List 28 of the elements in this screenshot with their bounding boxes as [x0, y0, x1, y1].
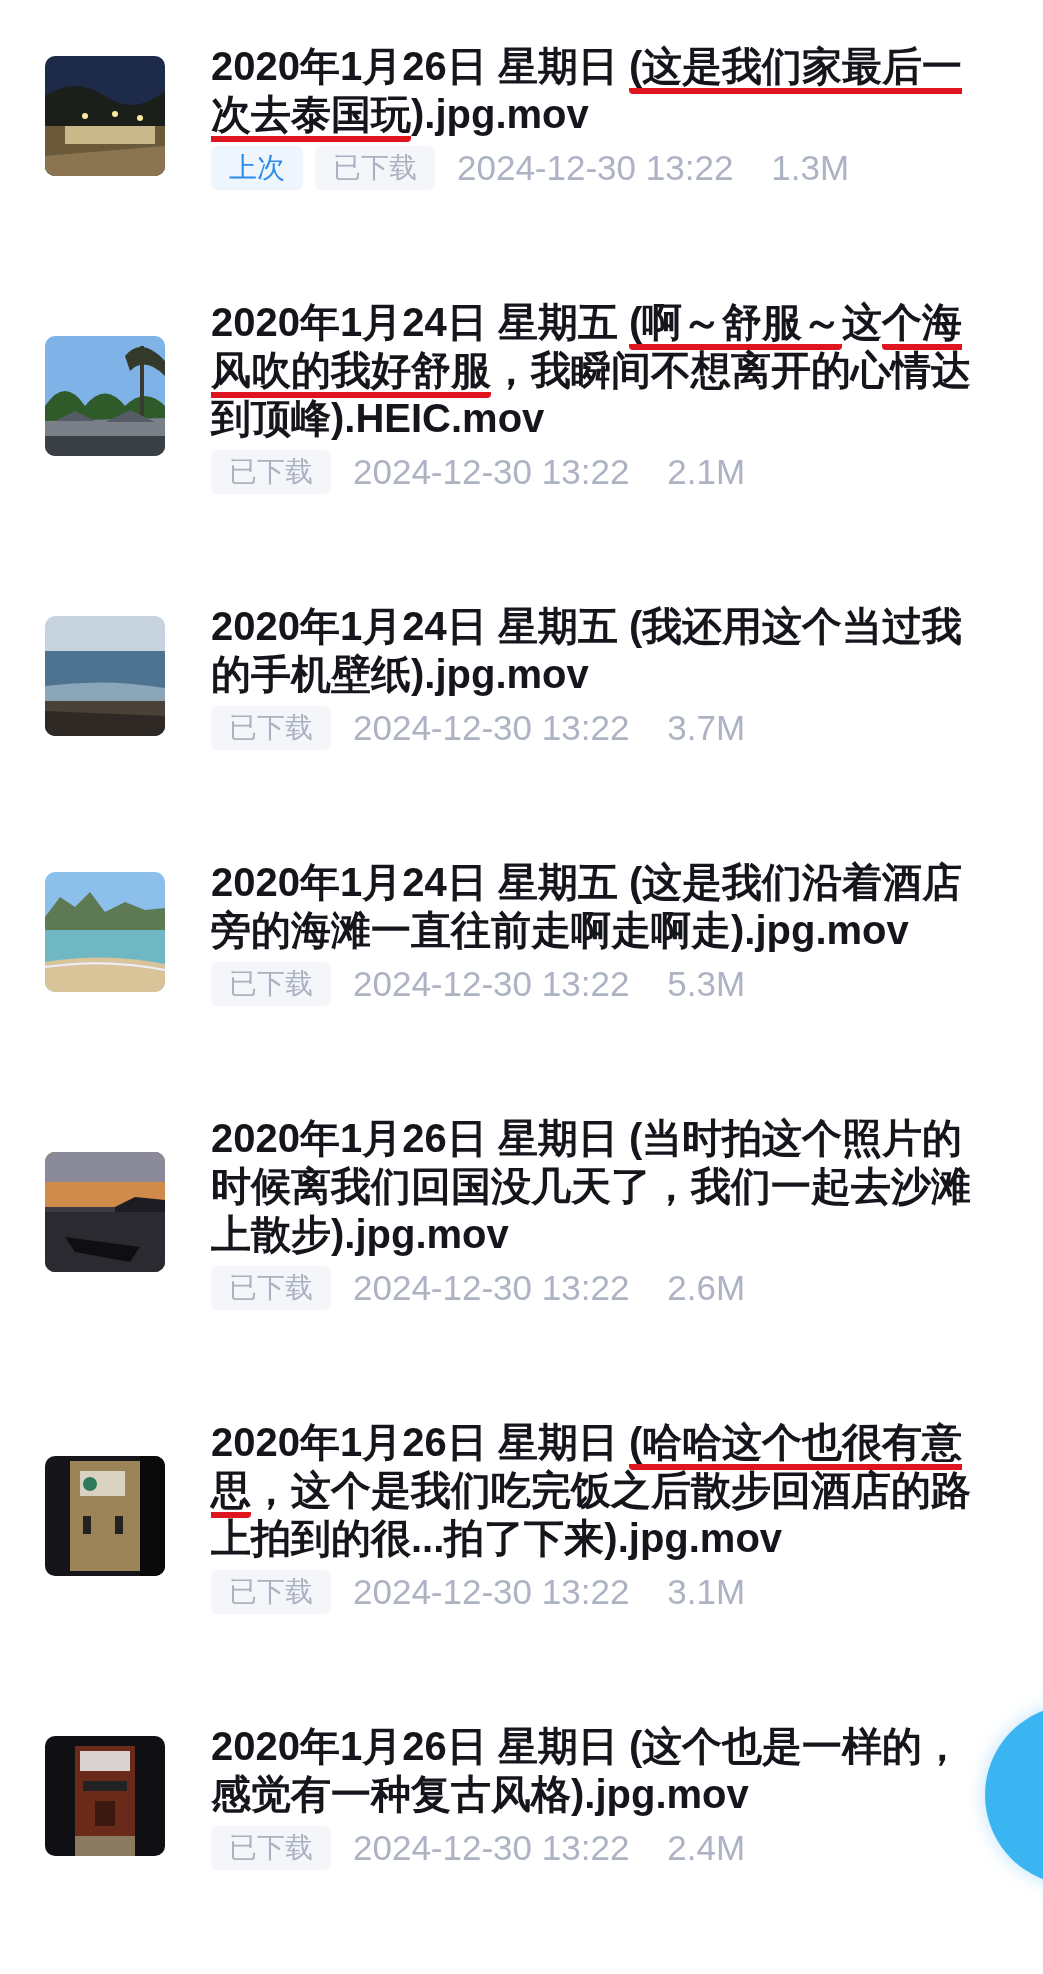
timestamp: 2024-12-30 13:22	[353, 1828, 630, 1868]
file-size: 2.1M	[667, 452, 746, 492]
timestamp: 2024-12-30 13:22	[353, 1572, 630, 1612]
file-size: 3.7M	[667, 708, 746, 748]
downloaded-tag: 已下载	[211, 1570, 331, 1614]
file-name[interactable]: 2020年1月24日 星期五 (这是我们沿着酒店旁的海滩一直往前走啊走啊走).jpg.mov	[211, 858, 981, 954]
downloaded-tag: 已下载	[211, 962, 331, 1006]
timestamp: 2024-12-30 13:22	[353, 964, 630, 1004]
downloaded-tag: 已下载	[211, 1826, 331, 1870]
file-size: 5.3M	[667, 964, 746, 1004]
file-name[interactable]: 2020年1月26日 星期日 (当时拍这个照片的时候离我们回国没几天了，我们一起去沙滩上散步).jpg.mov	[211, 1114, 981, 1258]
last-opened-tag: 上次	[211, 146, 303, 190]
file-name[interactable]: 2020年1月26日 星期日 (哈哈这个也很有意思，这个是我们吃完饭之后散步回酒店的路上拍到的很...拍了下来).jpg.mov	[211, 1418, 981, 1562]
downloaded-tag: 已下载	[211, 1266, 331, 1310]
timestamp: 2024-12-30 13:22	[353, 452, 630, 492]
timestamp: 2024-12-30 13:22	[353, 1268, 630, 1308]
file-name[interactable]: 2020年1月24日 星期五 (啊～舒服～这个海风吹的我好舒服，我瞬间不想离开的心情达到顶峰).HEIC.mov	[211, 298, 981, 442]
downloaded-tag: 已下载	[315, 146, 435, 190]
downloaded-tag: 已下载	[211, 450, 331, 494]
file-name[interactable]: 2020年1月24日 星期五 (我还用这个当过我的手机壁纸).jpg.mov	[211, 602, 981, 698]
file-size: 1.3M	[771, 148, 850, 188]
file-name[interactable]: 2020年1月26日 星期日 (这个也是一样的，感觉有一种复古风格).jpg.mov	[211, 1722, 981, 1818]
timestamp: 2024-12-30 13:22	[457, 148, 734, 188]
file-size: 2.4M	[667, 1828, 746, 1868]
file-size: 2.6M	[667, 1268, 746, 1308]
downloaded-tag: 已下载	[211, 706, 331, 750]
file-size: 3.1M	[667, 1572, 746, 1612]
timestamp: 2024-12-30 13:22	[353, 708, 630, 748]
